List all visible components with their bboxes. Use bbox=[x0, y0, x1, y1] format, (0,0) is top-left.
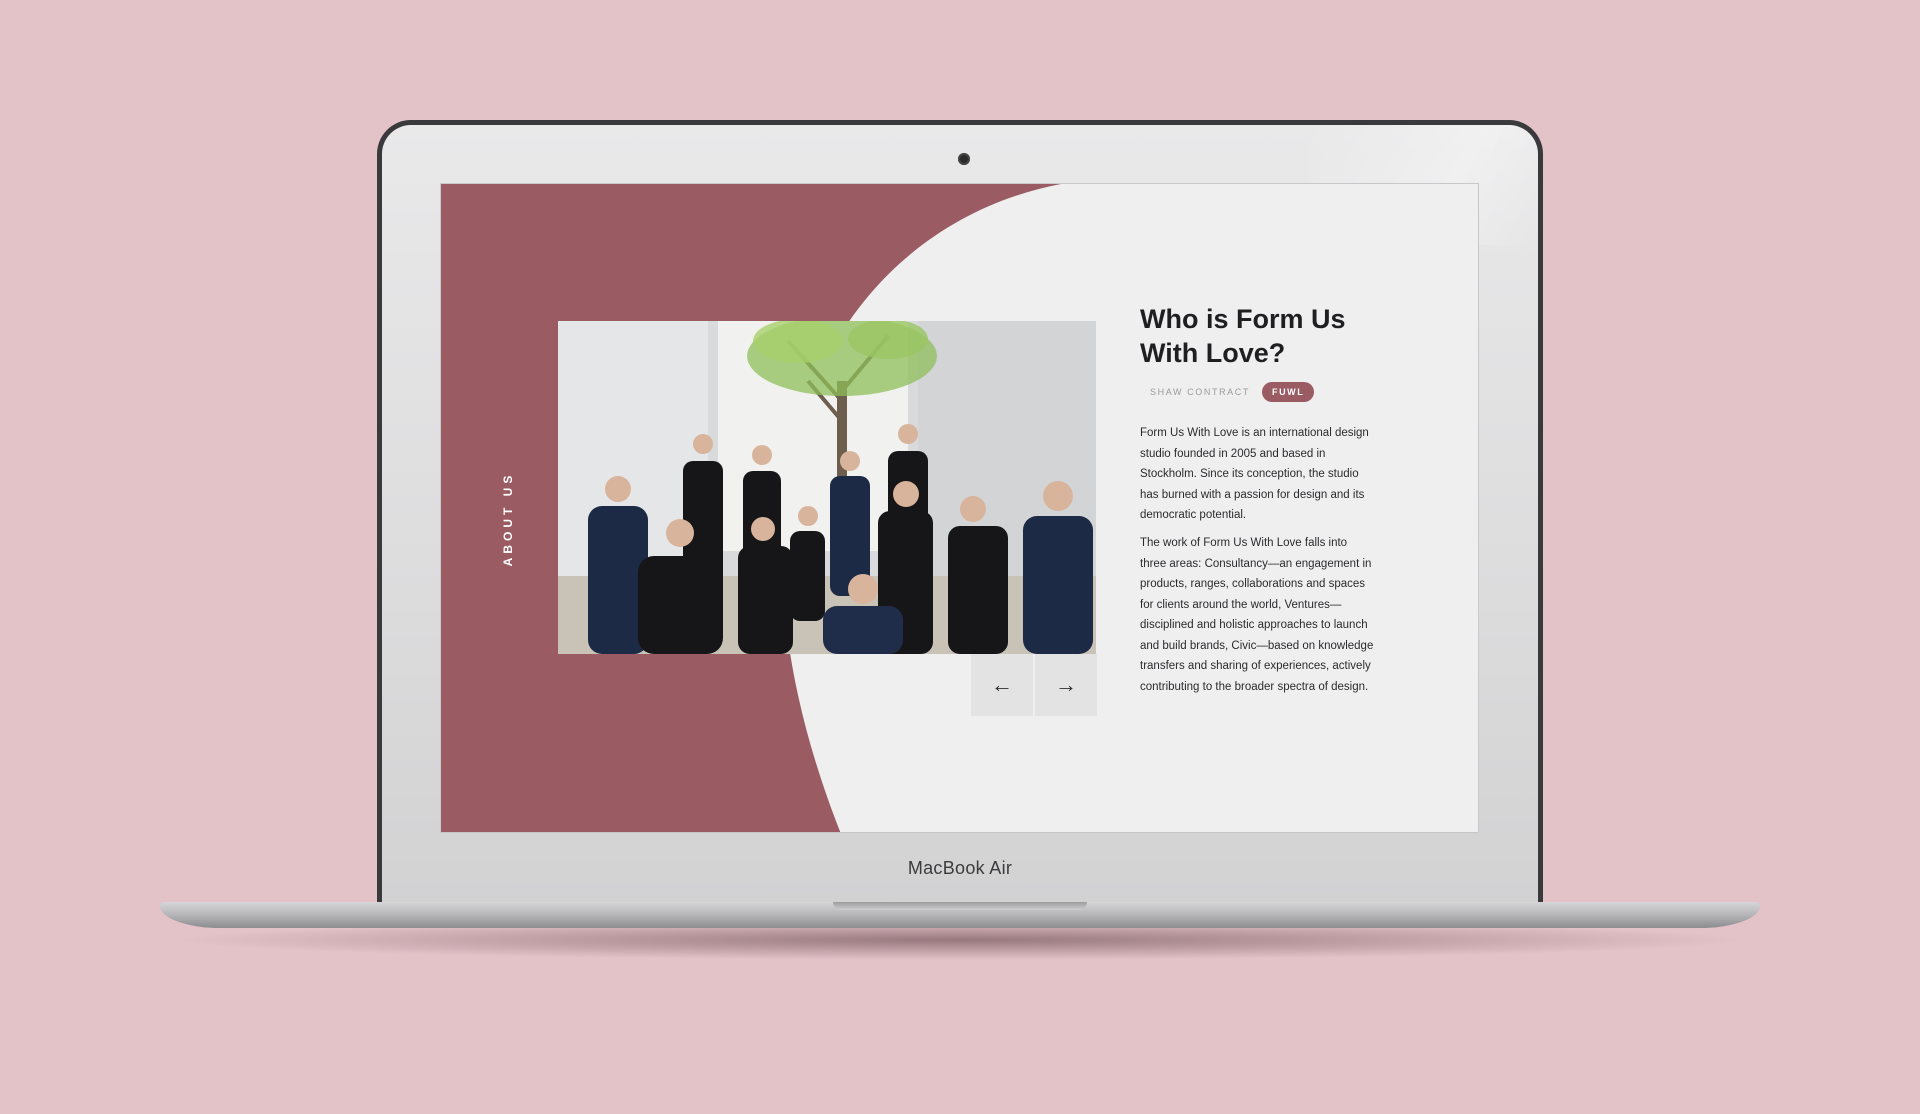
team-photo bbox=[558, 321, 1096, 654]
page-title: Who is Form Us With Love? bbox=[1140, 304, 1346, 368]
areas-paragraph: The work of Form Us With Love falls into… bbox=[1140, 537, 1374, 693]
carousel-next-button[interactable]: → bbox=[1035, 654, 1097, 716]
section-label-about-us: ABOUT US bbox=[501, 471, 515, 567]
carousel-prev-button[interactable]: ← bbox=[971, 654, 1033, 716]
intro-paragraph: Form Us With Love is an international de… bbox=[1140, 427, 1369, 521]
arrow-right-icon: → bbox=[1055, 672, 1077, 697]
camera-icon bbox=[958, 153, 970, 165]
tab-shaw-contract[interactable]: SHAW CONTRACT bbox=[1140, 382, 1260, 402]
tab-bar: SHAW CONTRACT FUWL bbox=[1140, 382, 1315, 402]
laptop-screen: ABOUT US ← → Who is Form Us With Love? S… bbox=[440, 183, 1479, 833]
team-photo-image bbox=[558, 321, 1096, 654]
laptop-base-notch bbox=[833, 902, 1087, 910]
tab-fuwl[interactable]: FUWL bbox=[1261, 382, 1315, 402]
laptop-brand-label: MacBook Air bbox=[907, 858, 1013, 878]
mockup-stage: MacBook Air ABOUT US ← → Who is Form Us … bbox=[0, 0, 1920, 1114]
arrow-left-icon: ← bbox=[991, 672, 1013, 697]
laptop-base bbox=[160, 902, 1760, 928]
